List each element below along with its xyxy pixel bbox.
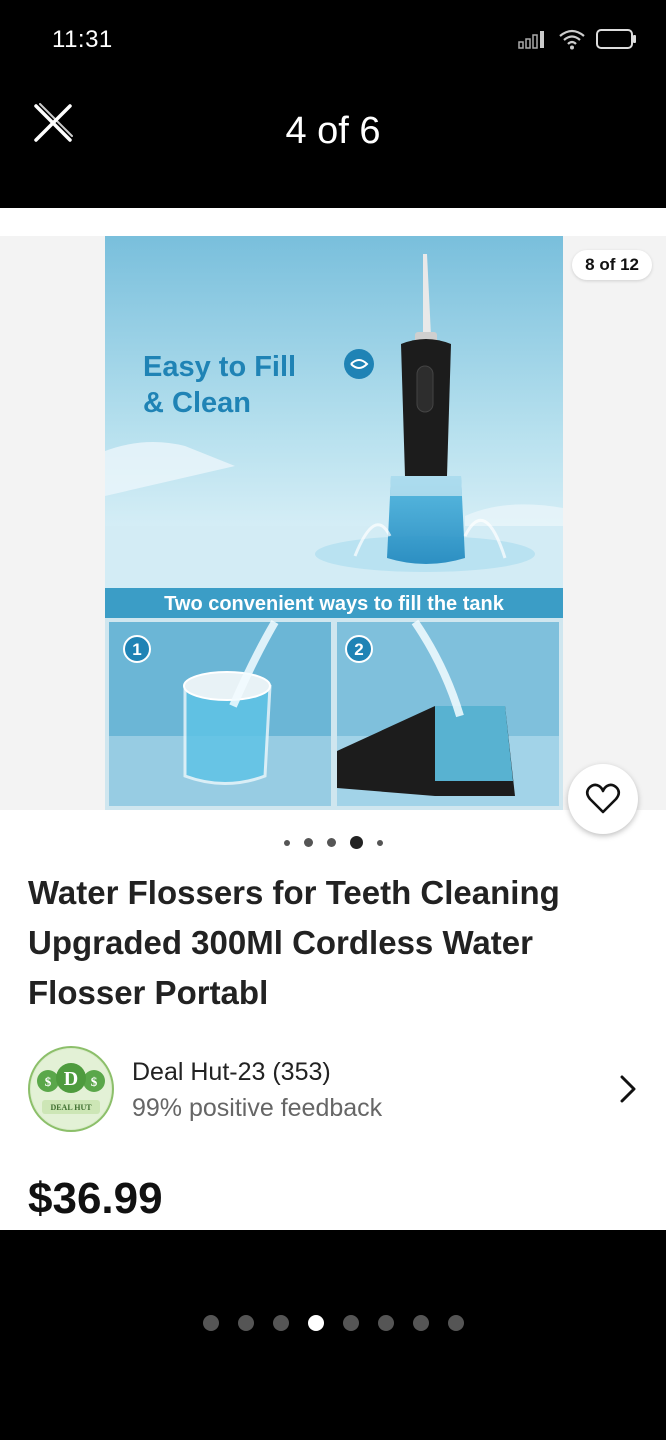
wifi-icon [559,29,585,50]
chevron-right-icon[interactable] [616,1072,640,1106]
status-bar: 11:31 [0,0,666,80]
pager-dot[interactable] [342,1315,359,1331]
battery-icon [596,29,636,49]
carousel-dot [283,839,290,846]
status-time: 11:31 [52,26,113,53]
seller-feedback: 99% positive feedback [132,1094,383,1122]
svg-text:$: $ [91,1074,98,1089]
pager-dot[interactable] [237,1315,254,1331]
pager-dot[interactable] [202,1315,219,1331]
carousel-dot [349,836,363,849]
svg-text:$: $ [45,1074,52,1089]
carousel-dot [326,838,336,847]
watch-button[interactable] [568,764,638,834]
pager-dot[interactable] [272,1315,289,1331]
seller-avatar: D $ $ DEAL HUT [28,1046,114,1132]
pager-dot[interactable] [412,1315,429,1331]
image-carousel-dots [0,836,666,849]
svg-text:DEAL HUT: DEAL HUT [50,1103,92,1112]
pager-dot[interactable] [307,1315,324,1331]
page-indicator: 4 of 6 [285,110,381,152]
svg-text:D: D [64,1068,78,1090]
listing-card: Easy to Fill & Clean Two convenient ways… [0,208,666,1230]
heart-icon [585,783,621,814]
pager-dot[interactable] [447,1315,464,1331]
image-headline-line1: Easy to Fill [143,351,296,383]
signal-icon [518,31,544,49]
listing-price: $36.99 [28,1174,163,1223]
product-image[interactable]: Easy to Fill & Clean Two convenient ways… [105,236,563,810]
viewer-pager-dots [0,1315,666,1331]
image-gallery[interactable]: Easy to Fill & Clean Two convenient ways… [0,236,666,810]
image-headline-line2: & Clean [143,387,251,419]
image-count-badge: 8 of 12 [572,250,652,280]
carousel-dot [376,839,383,846]
image-step2: 2 [354,640,363,659]
listing-title: Water Flossers for Teeth Cleaning Upgrad… [28,874,560,1011]
seller-logo-icon: D $ $ DEAL HUT [31,1049,111,1129]
pager-dot[interactable] [377,1315,394,1331]
status-icons [518,28,638,50]
seller-name[interactable]: Deal Hut-23 (353) [132,1058,331,1087]
seller-row[interactable]: D $ $ DEAL HUT Deal Hut-23 (353) 99% pos… [28,1044,640,1134]
image-step1: 1 [132,640,141,659]
viewer-top-bar: 4 of 6 [0,80,666,208]
product-illustration: Easy to Fill & Clean Two convenient ways… [105,236,563,810]
image-banner: Two convenient ways to fill the tank [164,593,505,615]
carousel-dot [303,838,313,847]
